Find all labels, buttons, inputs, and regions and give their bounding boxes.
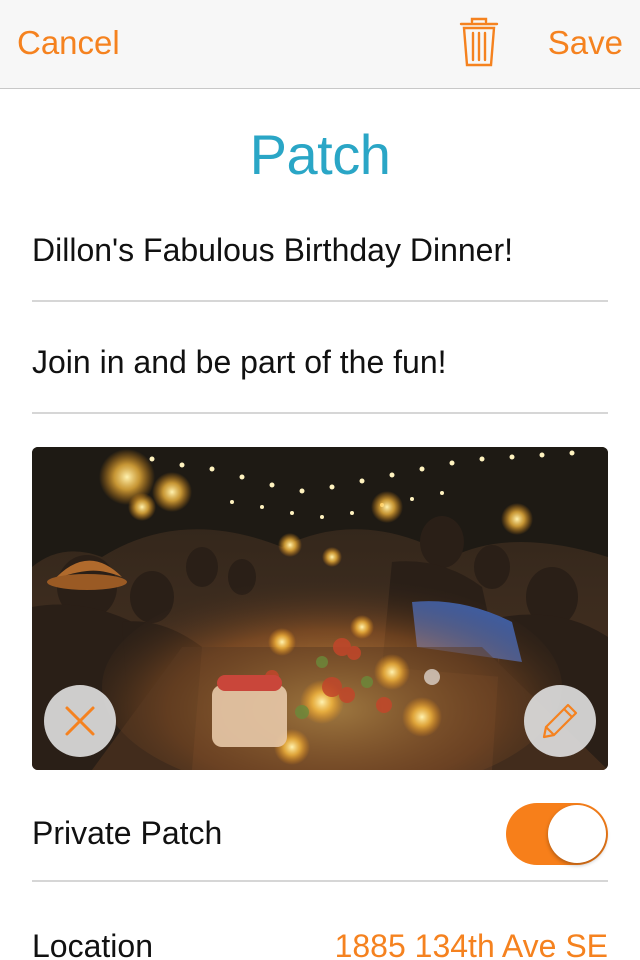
pencil-icon <box>542 703 578 739</box>
photo-image <box>32 447 608 770</box>
cancel-button[interactable]: Cancel <box>17 24 120 62</box>
toggle-knob <box>548 805 606 863</box>
page-title: Patch <box>249 123 391 186</box>
trash-icon <box>459 17 499 67</box>
edit-photo-button[interactable] <box>524 685 596 757</box>
save-button[interactable]: Save <box>548 24 623 62</box>
location-label: Location <box>32 928 153 960</box>
patch-name-value: Dillon's Fabulous Birthday Dinner! <box>32 232 513 268</box>
remove-photo-button[interactable] <box>44 685 116 757</box>
close-icon <box>65 706 95 736</box>
private-patch-row: Private Patch <box>32 800 608 882</box>
location-value[interactable]: 1885 134th Ave SE <box>335 928 608 960</box>
private-patch-label: Private Patch <box>32 815 223 851</box>
navigation-bar: Cancel Save <box>0 0 640 89</box>
delete-button[interactable] <box>458 16 500 68</box>
location-row[interactable]: Location 1885 134th Ave SE <box>32 925 608 960</box>
patch-photo <box>32 447 608 770</box>
private-patch-toggle[interactable] <box>506 803 608 865</box>
patch-description-value: Join in and be part of the fun! <box>32 344 447 380</box>
patch-name-field[interactable]: Dillon's Fabulous Birthday Dinner! <box>32 232 608 302</box>
patch-description-field[interactable]: Join in and be part of the fun! <box>32 344 608 414</box>
